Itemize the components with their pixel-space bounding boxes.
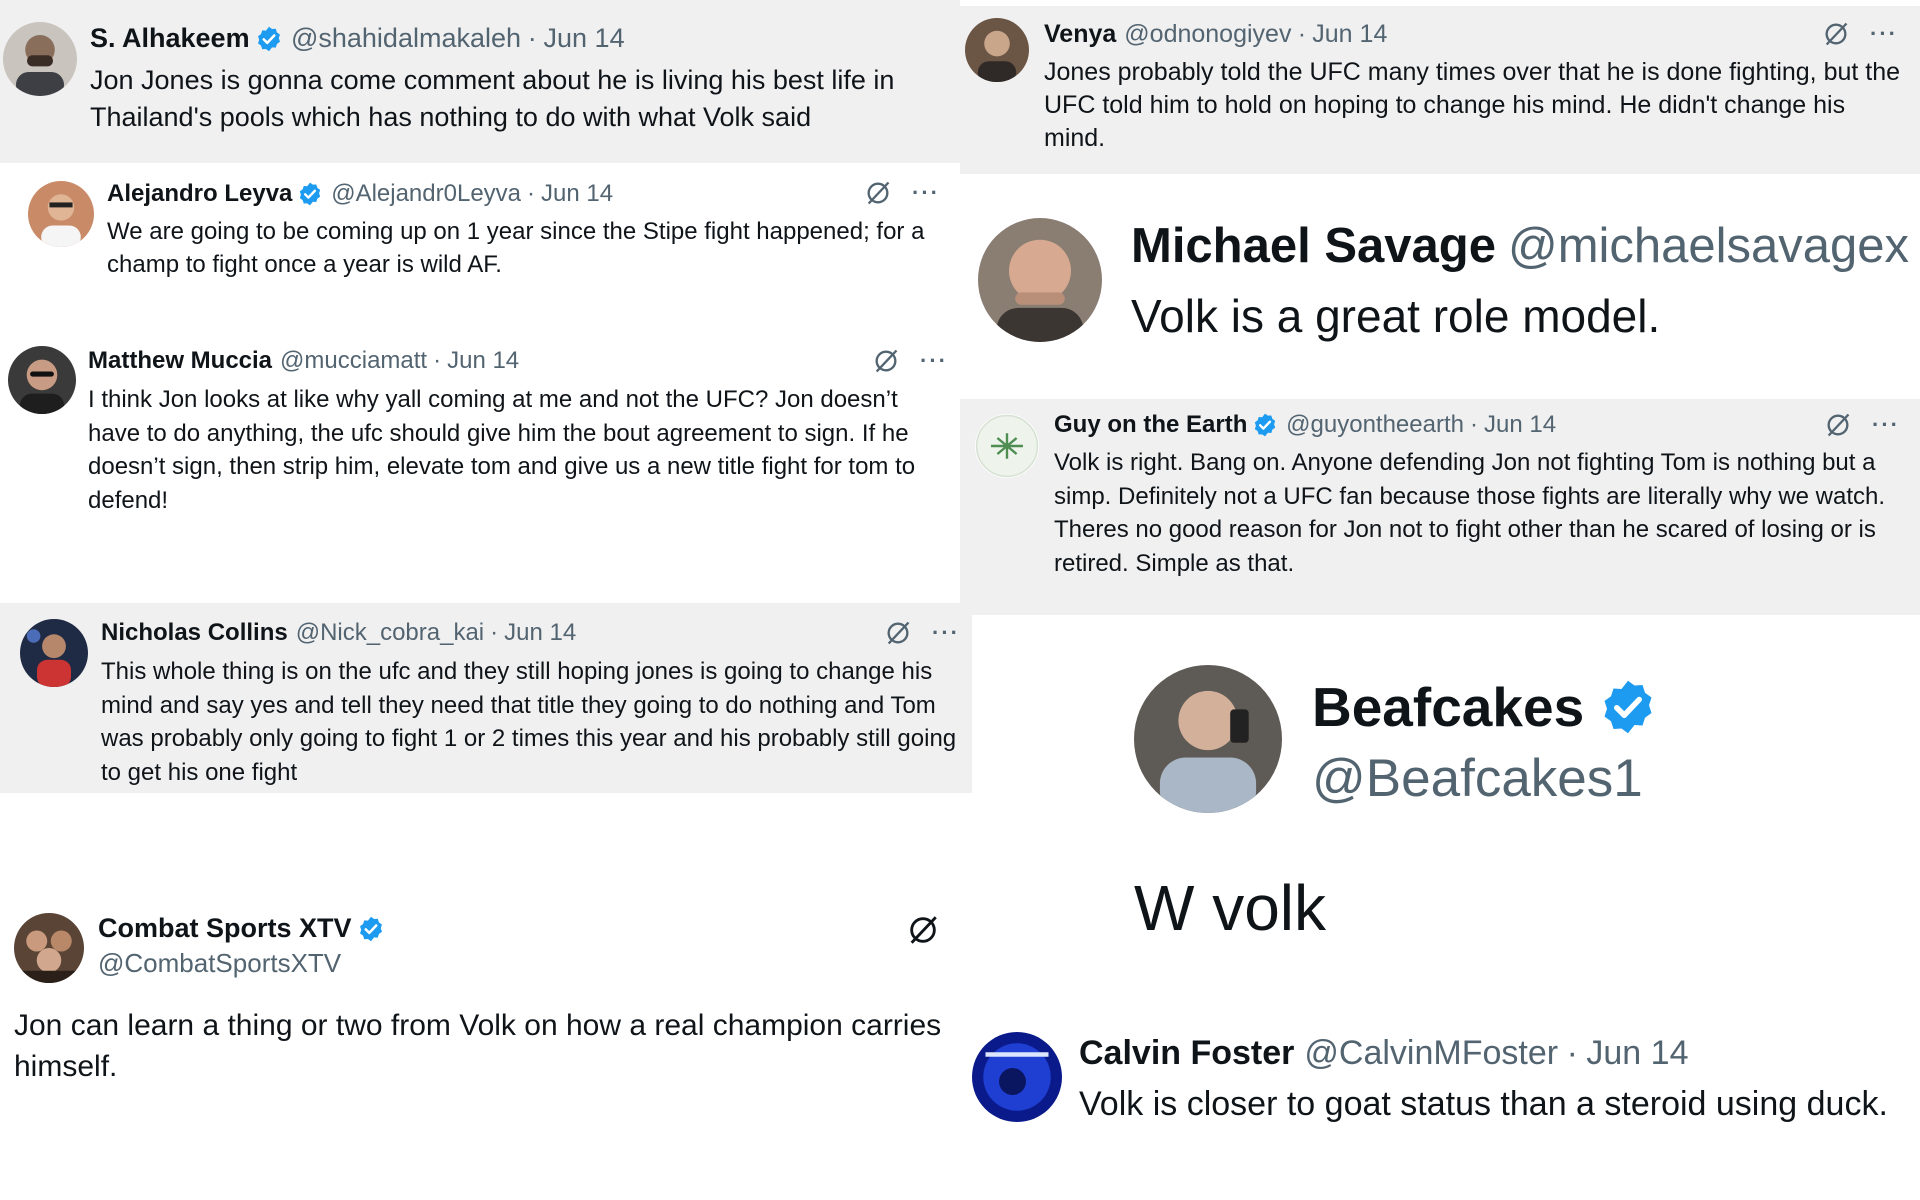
post-date[interactable]: Jun 14: [447, 347, 519, 375]
separator-dot: ·: [1297, 20, 1307, 48]
avatar[interactable]: [14, 913, 84, 983]
author-name[interactable]: Beafcakes: [1312, 675, 1584, 739]
separator-dot: ·: [527, 23, 537, 53]
author-handle[interactable]: @Alejandr0Leyva: [331, 180, 521, 208]
avatar[interactable]: [975, 414, 1039, 478]
post-date[interactable]: Jun 14: [1312, 20, 1387, 49]
post-text: Volk is a great role model.: [1131, 290, 1661, 342]
post-header: Nicholas Collins @Nick_cobra_kai · Jun 1…: [101, 619, 576, 647]
post-card[interactable]: Venya @odnonogiyev · Jun 14 ··· Jones pr…: [960, 6, 1920, 174]
post-actions: ···: [872, 347, 948, 375]
post-card[interactable]: Calvin Foster @CalvinMFoster · Jun 14 Vo…: [960, 1000, 1920, 1200]
verified-badge-icon: [255, 25, 283, 53]
author-handle[interactable]: @CombatSportsXTV: [98, 948, 341, 979]
author-handle[interactable]: @CalvinMFoster: [1304, 1034, 1558, 1073]
author-name[interactable]: Calvin Foster: [1079, 1034, 1294, 1073]
verified-badge-icon: [357, 915, 385, 943]
post-actions: ···: [1822, 20, 1898, 48]
post-card[interactable]: S. Alhakeem @shahidalmakaleh · Jun 14 Jo…: [0, 0, 960, 163]
post-subheader: @CombatSportsXTV: [98, 948, 341, 979]
post-card[interactable]: Alejandro Leyva @Alejandr0Leyva · Jun 14…: [0, 163, 960, 313]
post-card[interactable]: Beafcakes @Beafcakes1 W volk: [960, 615, 1920, 1000]
separator-dot: ·: [527, 180, 536, 207]
author-name[interactable]: Matthew Muccia: [88, 347, 272, 375]
author-handle[interactable]: @Beafcakes1: [1312, 748, 1643, 809]
separator-dot: ·: [433, 347, 442, 374]
post-actions: [906, 913, 940, 947]
more-dots-icon[interactable]: ···: [932, 620, 960, 646]
post-date[interactable]: Jun 14: [544, 23, 625, 54]
post-actions: ···: [884, 619, 960, 647]
grok-slash-icon[interactable]: [864, 179, 892, 207]
verified-badge-icon: [297, 181, 323, 207]
author-handle[interactable]: @odnonogiyev: [1124, 20, 1291, 49]
author-name[interactable]: Combat Sports XTV: [98, 913, 352, 944]
post-header: Alejandro Leyva @Alejandr0Leyva · Jun 14: [107, 180, 613, 208]
avatar[interactable]: [1134, 665, 1282, 813]
avatar[interactable]: [20, 619, 88, 687]
post-actions: ···: [1824, 411, 1900, 439]
post-card[interactable]: Nicholas Collins @Nick_cobra_kai · Jun 1…: [0, 603, 972, 793]
grok-slash-icon[interactable]: [1824, 411, 1852, 439]
avatar[interactable]: [8, 346, 76, 414]
post-subheader: @Beafcakes1: [1312, 748, 1643, 809]
more-dots-icon[interactable]: ···: [1872, 412, 1900, 438]
post-text: Volk is right. Bang on. Anyone defending…: [1054, 449, 1886, 577]
author-name[interactable]: Guy on the Earth: [1054, 411, 1247, 439]
grok-slash-icon[interactable]: [884, 619, 912, 647]
author-handle[interactable]: @Nick_cobra_kai: [296, 619, 484, 647]
avatar[interactable]: [965, 18, 1029, 82]
post-text: Jon can learn a thing or two from Volk o…: [14, 1009, 942, 1083]
more-dots-icon[interactable]: ···: [912, 180, 940, 206]
avatar[interactable]: [28, 181, 94, 247]
post-header: Combat Sports XTV: [98, 913, 385, 944]
separator-dot: ·: [1469, 411, 1478, 438]
post-header: Calvin Foster @CalvinMFoster · Jun 14: [1079, 1034, 1688, 1073]
author-handle[interactable]: @michaelsavagex: [1508, 218, 1909, 274]
author-name[interactable]: Venya: [1044, 20, 1116, 49]
post-date[interactable]: Jun 14: [1484, 411, 1556, 439]
post-header: Michael Savage @michaelsavagex ·: [1131, 218, 1920, 274]
avatar[interactable]: [3, 22, 77, 96]
separator-dot: ·: [490, 619, 499, 646]
post-header: Beafcakes: [1312, 675, 1658, 739]
post-date[interactable]: Jun 14: [504, 619, 576, 647]
verified-badge-icon: [1252, 412, 1278, 438]
post-card[interactable]: Guy on the Earth @guyontheearth · Jun 14…: [960, 399, 1920, 615]
post-text: W volk: [1134, 872, 1326, 944]
author-handle[interactable]: @shahidalmakaleh: [291, 23, 521, 54]
post-text: Jones probably told the UFC many times o…: [1044, 58, 1901, 152]
post-text: Volk is closer to goat status than a ste…: [1079, 1085, 1888, 1123]
post-card[interactable]: Matthew Muccia @mucciamatt · Jun 14 ··· …: [0, 313, 960, 603]
post-card[interactable]: Combat Sports XTV @CombatSportsXTV Jon c…: [0, 793, 960, 1193]
author-name[interactable]: Michael Savage: [1131, 218, 1496, 274]
post-text: This whole thing is on the ufc and they …: [101, 658, 957, 786]
post-date[interactable]: Jun 14: [541, 180, 613, 208]
grok-slash-icon[interactable]: [906, 913, 940, 947]
author-name[interactable]: S. Alhakeem: [90, 23, 250, 54]
more-dots-icon[interactable]: ···: [920, 348, 948, 374]
post-header: Guy on the Earth @guyontheearth · Jun 14: [1054, 411, 1556, 439]
post-card[interactable]: Michael Savage @michaelsavagex · Volk is…: [960, 174, 1920, 399]
post-header: Venya @odnonogiyev · Jun 14: [1044, 20, 1387, 49]
verified-badge-icon: [1598, 677, 1658, 737]
author-name[interactable]: Nicholas Collins: [101, 619, 288, 647]
post-header: S. Alhakeem @shahidalmakaleh · Jun 14: [90, 23, 625, 54]
author-name[interactable]: Alejandro Leyva: [107, 180, 292, 208]
author-handle[interactable]: @mucciamatt: [280, 347, 427, 375]
grok-slash-icon[interactable]: [872, 347, 900, 375]
more-dots-icon[interactable]: ···: [1870, 21, 1898, 47]
post-actions: ···: [864, 179, 940, 207]
grok-slash-icon[interactable]: [1822, 20, 1850, 48]
post-text: Jon Jones is gonna come comment about he…: [90, 65, 895, 132]
post-text: I think Jon looks at like why yall comin…: [88, 386, 916, 514]
post-text: We are going to be coming up on 1 year s…: [107, 218, 925, 278]
separator-dot: ·: [1566, 1034, 1578, 1072]
author-handle[interactable]: @guyontheearth: [1286, 411, 1464, 439]
avatar[interactable]: [972, 1032, 1062, 1122]
post-date[interactable]: Jun 14: [1586, 1034, 1688, 1073]
post-header: Matthew Muccia @mucciamatt · Jun 14: [88, 347, 519, 375]
avatar[interactable]: [978, 218, 1102, 342]
